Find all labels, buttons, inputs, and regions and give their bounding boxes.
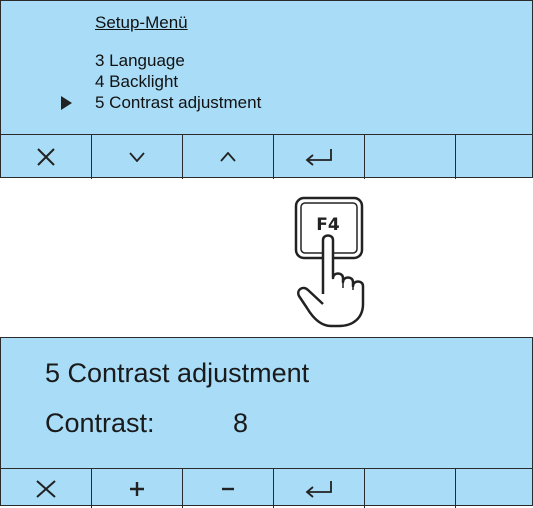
contrast-value: 8 xyxy=(233,408,249,438)
chevron-up-icon xyxy=(220,152,236,162)
decrease-key[interactable] xyxy=(183,469,274,508)
pointing-hand-icon xyxy=(297,234,365,328)
menu-item-language[interactable]: 3 Language xyxy=(95,51,185,71)
blank-key-5[interactable] xyxy=(365,469,456,508)
blank-key-6[interactable] xyxy=(456,469,533,508)
increase-key[interactable] xyxy=(92,469,183,508)
up-key[interactable] xyxy=(183,135,274,179)
contrast-label: Contrast: xyxy=(45,408,155,438)
menu-item-contrast-adjustment[interactable]: 5 Contrast adjustment xyxy=(95,93,261,113)
enter-key[interactable] xyxy=(274,135,365,179)
blank-key-5[interactable] xyxy=(365,135,456,179)
selection-pointer-icon xyxy=(61,96,72,110)
softkey-row xyxy=(1,468,533,508)
close-icon xyxy=(37,148,55,166)
enter-icon xyxy=(305,149,332,166)
cancel-key[interactable] xyxy=(1,135,92,179)
setup-menu-display: Setup-Menü 3 Language 4 Backlight 5 Cont… xyxy=(0,0,533,179)
softkey-row xyxy=(1,134,533,179)
down-key[interactable] xyxy=(92,135,183,179)
plus-icon xyxy=(130,481,144,496)
menu-title: Setup-Menü xyxy=(95,13,188,32)
enter-key[interactable] xyxy=(274,469,365,508)
menu-item-backlight[interactable]: 4 Backlight xyxy=(95,72,178,92)
minus-icon xyxy=(222,487,234,490)
chevron-down-icon xyxy=(129,152,145,162)
cancel-key[interactable] xyxy=(1,469,92,508)
contrast-screen-title: 5 Contrast adjustment xyxy=(45,358,310,388)
blank-key-6[interactable] xyxy=(456,135,533,179)
contrast-display: 5 Contrast adjustment Contrast: 8 xyxy=(0,337,533,508)
close-icon xyxy=(36,479,56,498)
enter-icon xyxy=(305,480,332,498)
